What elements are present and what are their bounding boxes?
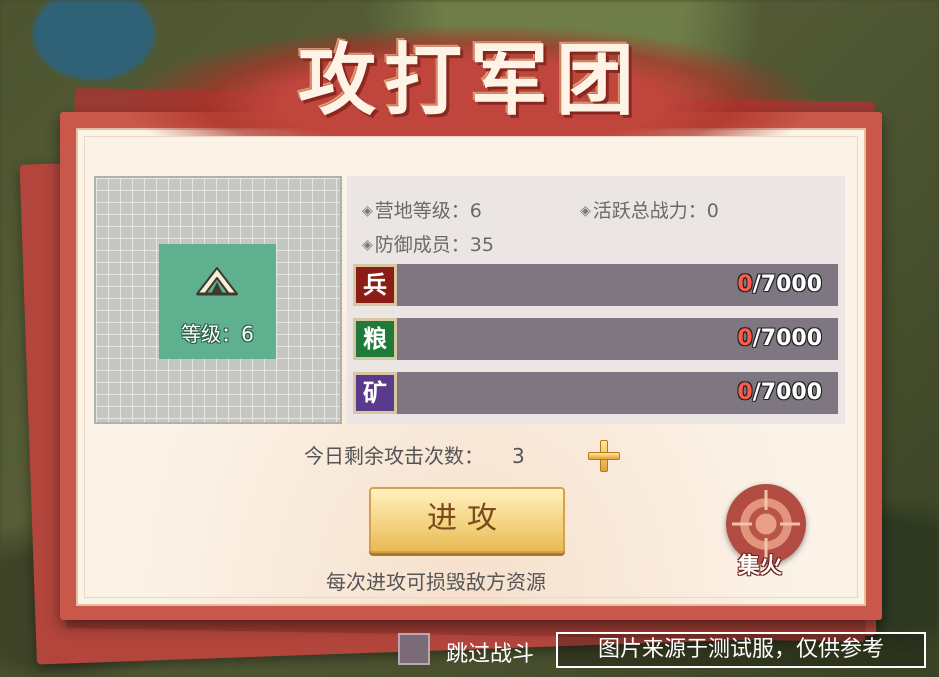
resource-current: 0 xyxy=(737,380,753,405)
stat-camp-level-text: 营地等级：6 xyxy=(374,200,482,222)
diamond-bullet-icon: ◈ xyxy=(362,237,373,253)
resource-bar-soldier: 兵 0/7000 xyxy=(353,264,838,306)
skip-battle-label[interactable]: 跳过战斗 xyxy=(446,636,534,668)
tent-icon xyxy=(196,267,238,296)
diamond-bullet-icon: ◈ xyxy=(362,203,373,219)
resource-value-soldier: 0/7000 xyxy=(737,264,822,306)
resource-max: /7000 xyxy=(752,272,822,297)
stat-active-power-text: 活跃总战力：0 xyxy=(592,200,719,222)
stat-active-power: ◈ 活跃总战力：0 xyxy=(580,196,719,223)
resource-bar-grain: 粮 0/7000 xyxy=(353,318,838,360)
watermark: 图片来源于测试服，仅供参考 xyxy=(556,632,926,668)
resource-max: /7000 xyxy=(752,380,822,405)
diamond-bullet-icon: ◈ xyxy=(580,203,591,219)
panel-title: 攻打军团 xyxy=(297,35,642,126)
soldier-icon: 兵 xyxy=(353,264,397,306)
resource-value-grain: 0/7000 xyxy=(737,318,822,360)
ore-icon: 矿 xyxy=(353,372,397,414)
resource-bar-ore: 矿 0/7000 xyxy=(353,372,838,414)
camp-level-label: 等级：6 xyxy=(181,322,254,346)
resource-value-ore: 0/7000 xyxy=(737,372,822,414)
attack-hint: 每次进攻可损毁敌方资源 xyxy=(326,570,546,594)
attack-button[interactable]: 进攻 xyxy=(369,487,565,553)
remaining-attacks-label: 今日剩余攻击次数： xyxy=(304,444,484,468)
camp-tile[interactable]: 等级：6 xyxy=(159,244,276,359)
grain-icon: 粮 xyxy=(353,318,397,360)
remaining-attacks-count: 3 xyxy=(512,444,525,468)
focus-fire-label: 集火 xyxy=(738,554,783,579)
add-attacks-plus-icon[interactable] xyxy=(586,438,620,472)
skip-battle-checkbox[interactable] xyxy=(398,633,430,665)
remaining-attacks: 今日剩余攻击次数： 3 xyxy=(304,440,525,469)
resource-current: 0 xyxy=(737,272,753,297)
stat-defenders-text: 防御成员：35 xyxy=(374,234,494,256)
stat-camp-level: ◈ 营地等级：6 xyxy=(362,196,482,223)
resource-max: /7000 xyxy=(752,326,822,351)
stat-defenders: ◈ 防御成员：35 xyxy=(362,230,494,257)
resource-current: 0 xyxy=(737,326,753,351)
